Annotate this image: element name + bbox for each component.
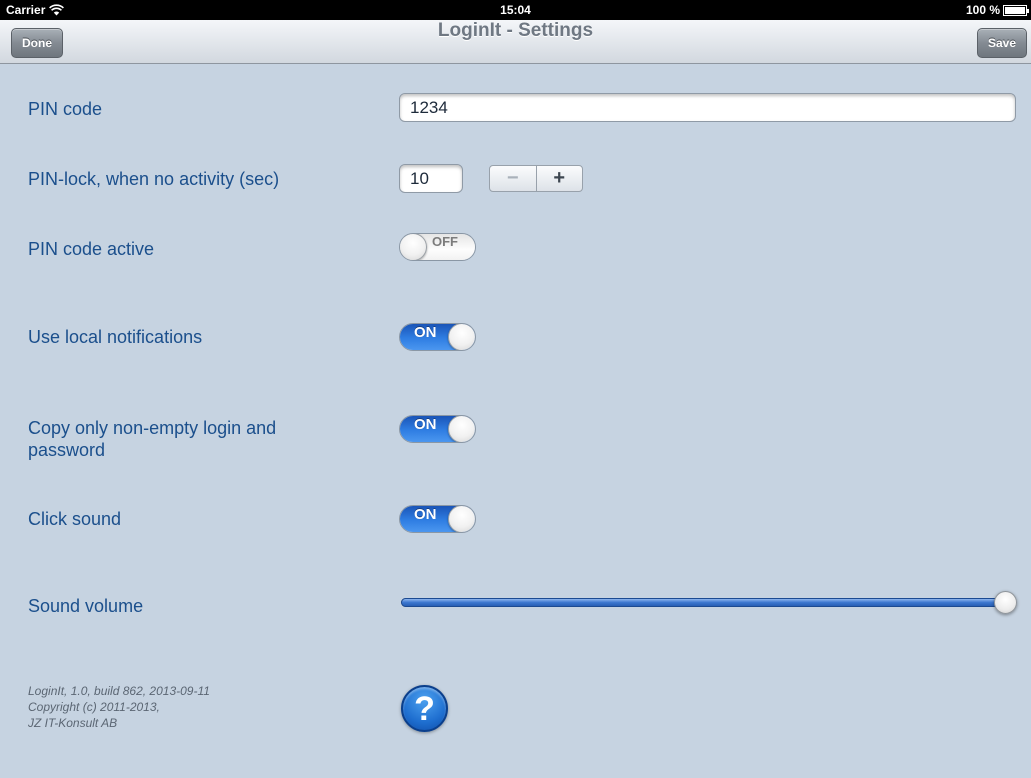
switch-knob[interactable] [448,416,475,442]
switch-knob[interactable] [448,324,475,350]
pin-code-label: PIN code [28,99,103,119]
pin-active-label: PIN code active [28,239,155,259]
help-button[interactable]: ? [401,685,448,732]
version-info: LoginIt, 1.0, build 862, 2013-09-11 Copy… [28,683,210,731]
pin-lock-label: PIN-lock, when no activity (sec) [28,169,280,189]
local-notifications-switch[interactable]: ON [399,323,476,351]
switch-state-text: ON [414,416,437,433]
switch-state-text: ON [414,506,437,523]
navigation-bar: LoginIt - Settings Done Save [0,20,1031,64]
battery-percent: 100 % [965,3,1000,17]
page-title: LoginIt - Settings [437,20,594,41]
switch-state-text: OFF [432,234,458,249]
stepper-increment-button[interactable]: + [537,166,583,191]
pin-code-input[interactable]: 1234 [399,93,1016,122]
local-notifications-label: Use local notifications [28,327,203,347]
pin-lock-timeout-input[interactable]: 10 [399,164,463,193]
company-line: JZ IT-Konsult AB [28,716,118,730]
stepper-decrement-button[interactable]: − [490,166,537,191]
switch-knob[interactable] [400,234,427,260]
battery-indicator: 100 % [965,3,1029,17]
battery-icon [1003,4,1029,16]
sound-volume-slider[interactable] [399,589,1017,615]
click-sound-label: Click sound [28,509,122,529]
copyright-line: Copyright (c) 2011-2013, [28,700,160,714]
help-icon: ? [414,689,435,728]
slider-fill [401,598,1006,607]
pin-lock-stepper: − + [489,165,583,192]
status-bar: Carrier 15:04 100 % [0,0,1031,20]
done-button[interactable]: Done [11,28,63,58]
version-line: LoginIt, 1.0, build 862, 2013-09-11 [28,684,210,698]
pin-active-switch[interactable]: OFF [399,233,476,261]
copy-non-empty-label: Copy only non-empty login and password [28,418,277,460]
switch-knob[interactable] [448,506,475,532]
click-sound-switch[interactable]: ON [399,505,476,533]
slider-thumb[interactable] [994,591,1017,614]
save-button[interactable]: Save [976,28,1027,58]
clock: 15:04 [500,3,531,17]
switch-state-text: ON [414,324,437,341]
copy-non-empty-switch[interactable]: ON [399,415,476,443]
sound-volume-label: Sound volume [28,596,144,616]
